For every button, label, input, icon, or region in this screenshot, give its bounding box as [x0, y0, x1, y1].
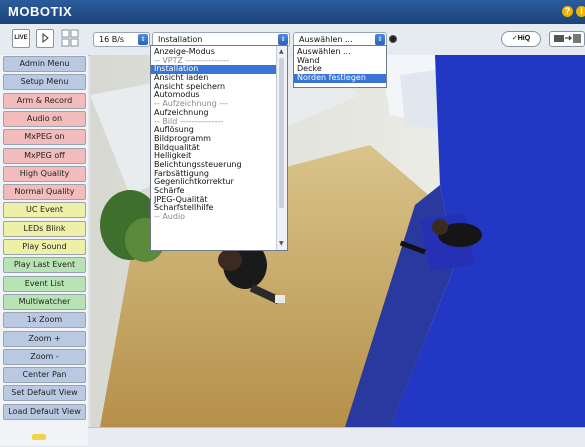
- menu-separator: -- Audio: [154, 212, 186, 222]
- orientation-menu-list: Auswählen ... Wand Decke Norden festlegen: [294, 47, 386, 83]
- mode-dropdown-menu: Anzeige-Modus -- VPTZ --------------- Inst…: [150, 45, 288, 251]
- frame-rate-value: 16 B/s: [99, 35, 125, 44]
- sidebar-button-zoom-[interactable]: Zoom -: [3, 348, 86, 365]
- camera-export-icon: [554, 34, 581, 43]
- mobotix-logo: MOBOTIX: [8, 4, 73, 19]
- sidebar-button-arm-record[interactable]: Arm & Record: [3, 92, 86, 109]
- sidebar-button-1x-zoom[interactable]: 1x Zoom: [3, 312, 86, 329]
- sidebar-button-load-default-view[interactable]: Load Default View: [3, 403, 86, 420]
- info-icon[interactable]: i: [576, 6, 585, 17]
- orientation-select-value: Auswählen ...: [299, 35, 353, 44]
- select-arrow-icon: ⇕: [375, 34, 385, 45]
- sidebar-button-multiwatcher[interactable]: Multiwatcher: [3, 293, 86, 310]
- player-button[interactable]: [36, 29, 54, 48]
- mode-select-value: Installation: [158, 35, 203, 44]
- select-arrow-icon: ⇕: [278, 34, 288, 45]
- sidebar-button-uc-event[interactable]: UC Event: [3, 202, 86, 219]
- play-icon: [42, 32, 49, 44]
- grid-icon: [61, 29, 79, 47]
- mode-menu-list: Anzeige-Modus -- VPTZ --------------- Inst…: [151, 47, 277, 222]
- title-bar: MOBOTIX ? i: [0, 0, 585, 24]
- select-arrow-icon: ⇕: [138, 34, 148, 45]
- hiq-button[interactable]: ✓HiQ: [501, 31, 541, 47]
- sidebar-button-mxpeg-on[interactable]: MxPEG on: [3, 129, 86, 146]
- sidebar-button-set-default-view[interactable]: Set Default View: [3, 385, 86, 402]
- north-marker-icon[interactable]: [389, 35, 397, 43]
- sidebar-button-mxpeg-off[interactable]: MxPEG off: [3, 147, 86, 164]
- sidebar-button-leds-blink[interactable]: LEDs Blink: [3, 220, 86, 237]
- sidebar-button-normal-quality[interactable]: Normal Quality: [3, 184, 86, 201]
- sidebar-button-high-quality[interactable]: High Quality: [3, 165, 86, 182]
- sidebar-footer: [0, 427, 88, 446]
- live-button[interactable]: LIVE: [12, 29, 30, 48]
- orientation-dropdown-menu: Auswählen ... Wand Decke Norden festlegen: [293, 45, 387, 88]
- hiq-label: HiQ: [517, 35, 531, 42]
- status-led-icon: [32, 434, 46, 440]
- sidebar-button-play-last-event[interactable]: Play Last Event: [3, 257, 86, 274]
- scrollbar-thumb[interactable]: [279, 58, 284, 208]
- multiview-button[interactable]: [60, 29, 80, 48]
- scroll-up-icon[interactable]: ▲: [279, 48, 284, 55]
- status-bar: [88, 427, 585, 447]
- frame-rate-select[interactable]: 16 B/s ⇕: [93, 32, 150, 47]
- sidebar-button-center-pan[interactable]: Center Pan: [3, 367, 86, 384]
- sidebar-button-zoom-[interactable]: Zoom +: [3, 330, 86, 347]
- scroll-down-icon[interactable]: ▼: [279, 240, 284, 247]
- sidebar-button-audio-on[interactable]: Audio on: [3, 110, 86, 127]
- help-icon[interactable]: ?: [562, 6, 573, 17]
- sidebar-button-setup-menu[interactable]: Setup Menu: [3, 74, 86, 91]
- softbutton-sidebar: Admin Menu Setup Menu Arm & Record Audio on…: [0, 55, 88, 446]
- snapshot-button[interactable]: [549, 31, 585, 47]
- menu-scrollbar[interactable]: ▲ ▼: [276, 46, 287, 250]
- menu-item[interactable]: Norden festlegen: [294, 73, 386, 83]
- sidebar-button-event-list[interactable]: Event List: [3, 275, 86, 292]
- sidebar-button-admin-menu[interactable]: Admin Menu: [3, 56, 86, 72]
- sidebar-button-play-sound[interactable]: Play Sound: [3, 239, 86, 255]
